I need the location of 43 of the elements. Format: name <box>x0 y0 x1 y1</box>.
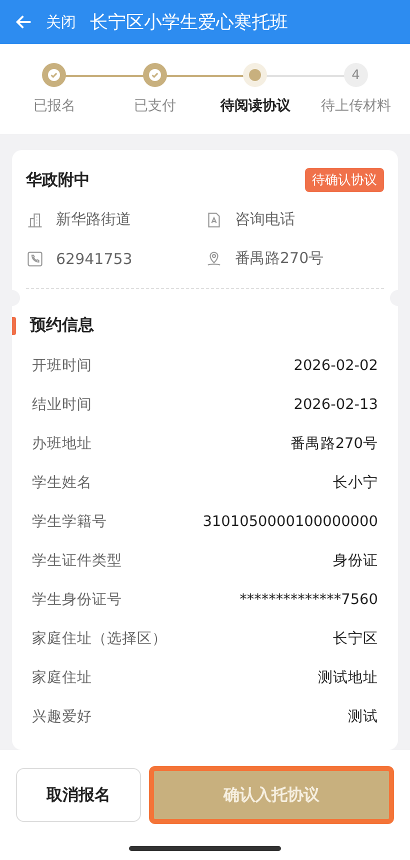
school-detail: 咨询电话 <box>235 210 295 229</box>
field-label: 学生姓名 <box>32 474 92 492</box>
step-label: 已支付 <box>134 97 176 115</box>
field-value: 2026-02-13 <box>294 396 378 412</box>
step-label: 待上传材料 <box>320 97 391 115</box>
field-label: 家庭住址（选择区） <box>32 630 167 648</box>
field-label: 家庭住址 <box>32 668 92 687</box>
phone-icon <box>26 250 44 268</box>
field-value: **************7560 <box>240 592 378 608</box>
close-button[interactable]: 关闭 <box>14 12 76 32</box>
check-icon <box>148 69 161 81</box>
field-value: 身份证 <box>333 552 378 570</box>
section-marker <box>12 316 16 334</box>
field-label: 学生证件类型 <box>32 552 122 570</box>
field-label: 结业时间 <box>32 396 92 414</box>
field-label: 兴趣爱好 <box>32 708 92 726</box>
check-icon <box>48 69 60 81</box>
school-detail: 新华路街道 <box>56 210 131 229</box>
document-icon <box>205 210 223 228</box>
step-number: 4 <box>352 68 360 82</box>
school-detail: 62941753 <box>56 250 132 268</box>
field-value: 测试 <box>348 708 378 726</box>
field-value: 长宁区 <box>333 630 378 648</box>
field-value: 3101050000100000000 <box>202 514 378 530</box>
field-value: 番禺路270号 <box>290 435 378 453</box>
field-label: 学生学籍号 <box>32 513 107 531</box>
status-tag: 待确认协议 <box>305 168 384 192</box>
field-label: 办班地址 <box>32 435 92 453</box>
page-title: 长宁区小学生爱心寒托班 <box>90 11 288 34</box>
step-label: 已报名 <box>33 97 76 115</box>
field-value: 2026-02-02 <box>294 358 378 374</box>
cancel-registration-button[interactable]: 取消报名 <box>16 768 141 822</box>
school-name: 华政附中 <box>26 170 90 190</box>
location-pin-icon <box>205 250 223 268</box>
step-label: 待阅读协议 <box>220 97 290 115</box>
building-icon <box>26 210 44 228</box>
field-label: 开班时间 <box>32 357 92 375</box>
field-label: 学生身份证号 <box>32 591 122 609</box>
school-detail: 番禺路270号 <box>235 249 324 268</box>
field-value: 长小宁 <box>333 474 378 492</box>
field-value: 测试地址 <box>318 669 378 687</box>
section-title: 预约信息 <box>30 315 94 336</box>
confirm-agreement-button[interactable]: 确认入托协议 <box>149 766 394 824</box>
